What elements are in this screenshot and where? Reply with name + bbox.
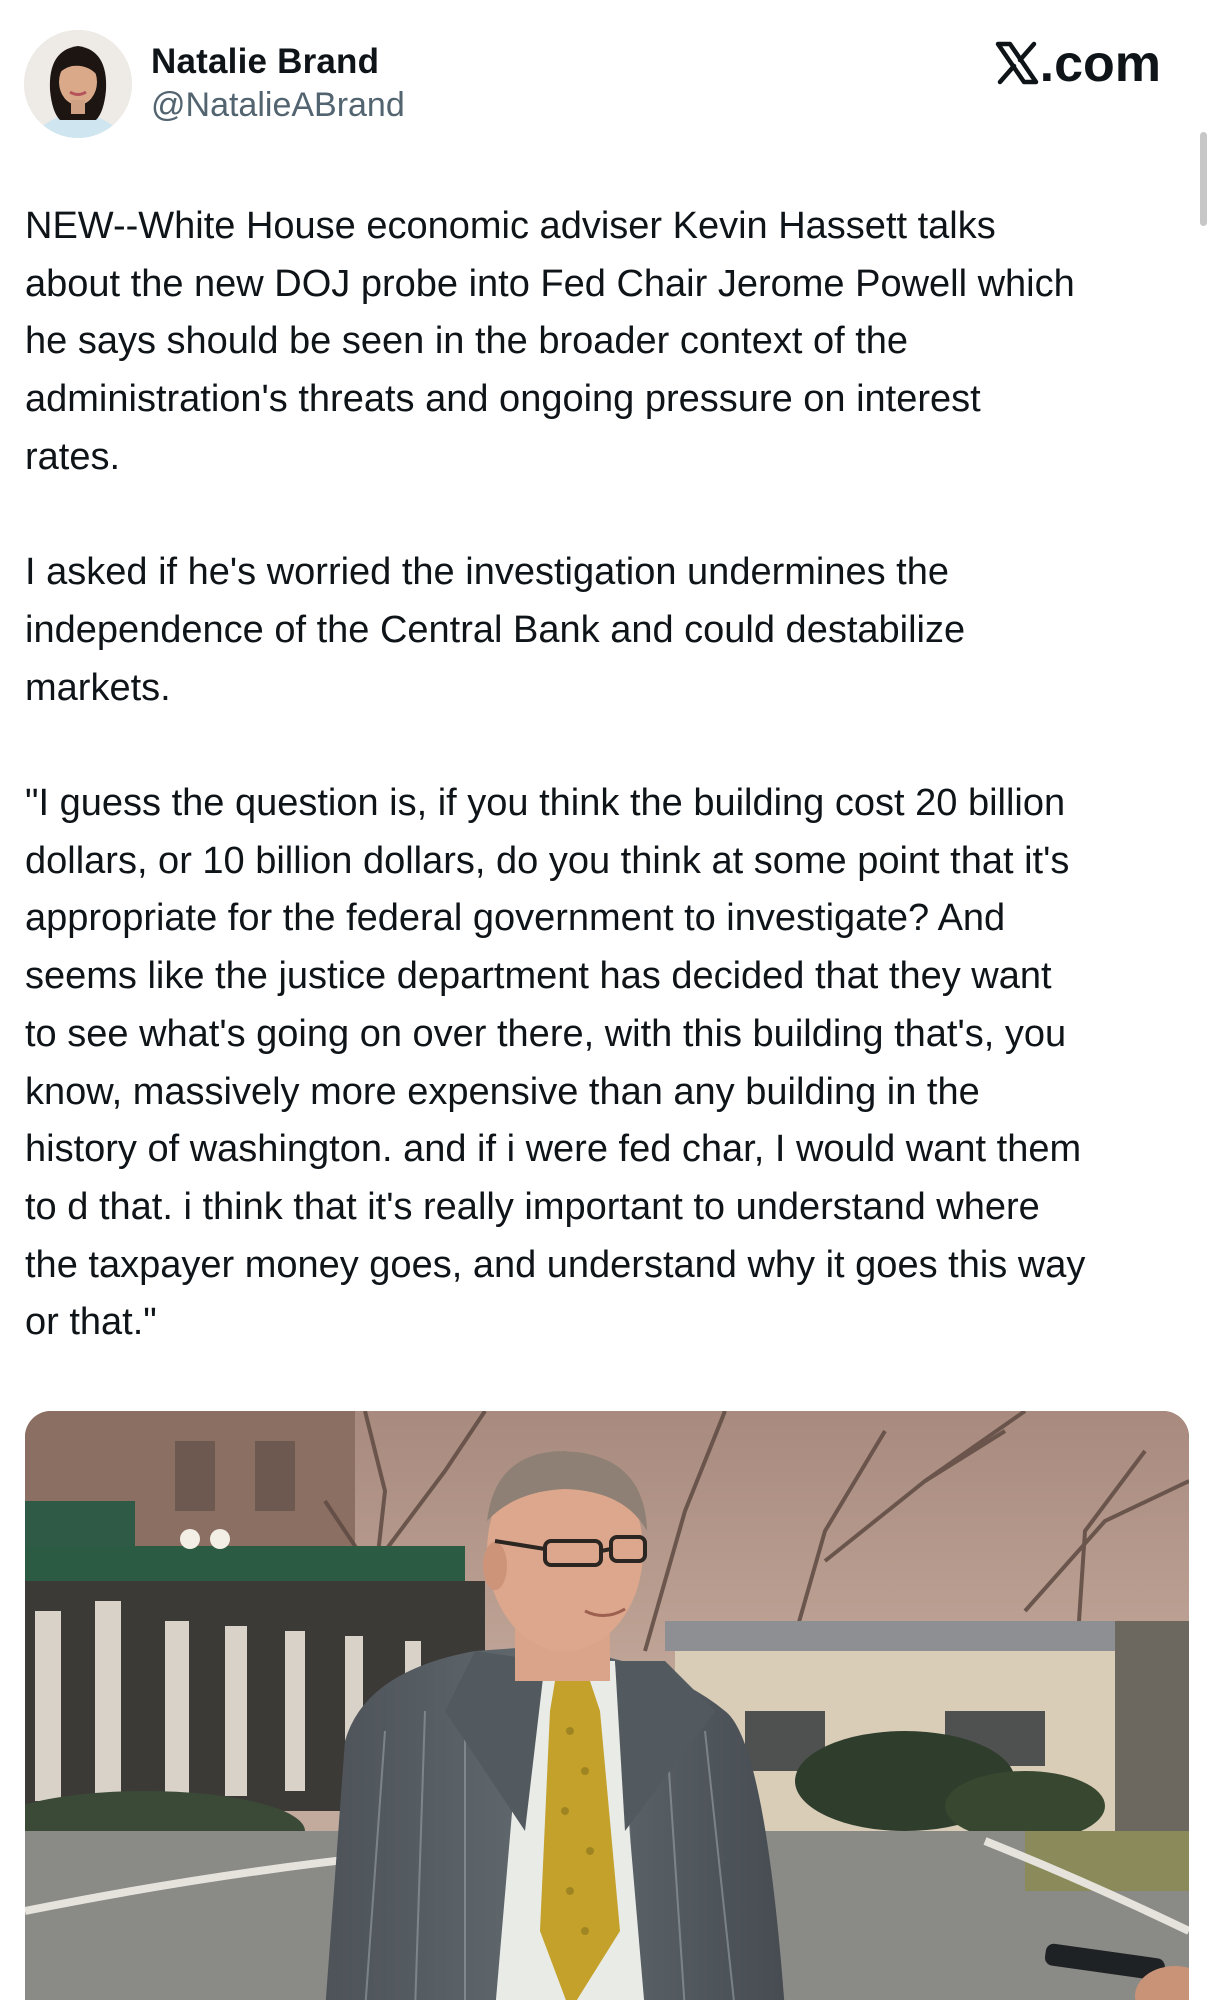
x-logo-icon	[995, 41, 1039, 85]
post-media-image[interactable]	[25, 1411, 1189, 2000]
x-brand-watermark: .com	[995, 34, 1161, 94]
post-body: NEW--White House economic adviser Kevin …	[25, 198, 1195, 1352]
video-still-illustration	[25, 1411, 1189, 2000]
post-paragraph: NEW--White House economic adviser Kevin …	[25, 205, 1075, 478]
author-display-name[interactable]: Natalie Brand	[151, 42, 379, 82]
profile-avatar-icon	[24, 30, 132, 138]
author-handle[interactable]: @NatalieABrand	[151, 86, 405, 125]
scrollbar-thumb[interactable]	[1200, 132, 1207, 226]
author-avatar[interactable]	[24, 30, 132, 138]
post-header: Natalie Brand @NatalieABrand .com	[0, 0, 1213, 170]
post-paragraph: I asked if he's worried the investigatio…	[25, 551, 966, 709]
brand-suffix: .com	[1039, 35, 1161, 93]
post-paragraph: "I guess the question is, if you think t…	[25, 782, 1086, 1344]
